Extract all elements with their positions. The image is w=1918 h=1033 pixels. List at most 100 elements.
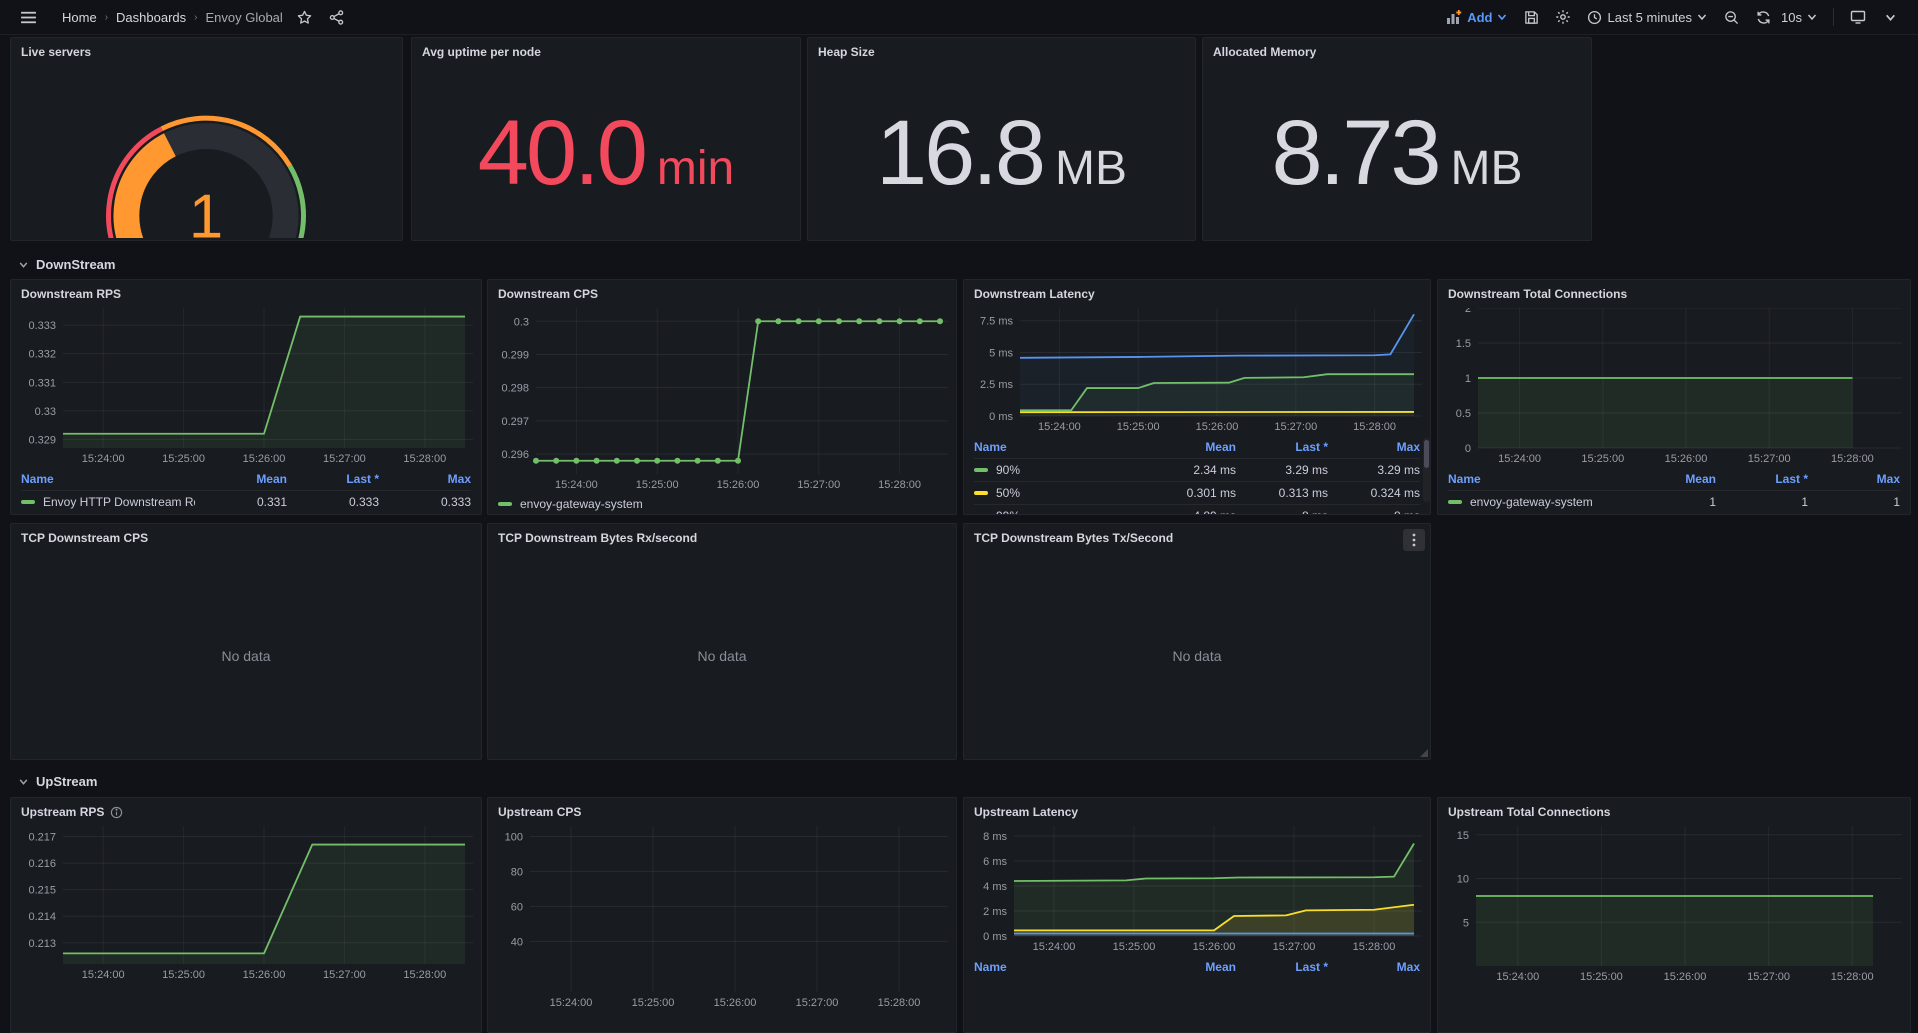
legend-row: 90%2.34 ms3.29 ms3.29 ms bbox=[974, 458, 1420, 481]
svg-text:0.5: 0.5 bbox=[1456, 408, 1471, 420]
panel-title[interactable]: TCP Downstream CPS bbox=[11, 524, 481, 552]
upstream-rps-chart[interactable]: 15:24:0015:25:0015:26:0015:27:0015:28:00… bbox=[17, 826, 475, 984]
legend-header-col[interactable]: Mean bbox=[195, 472, 287, 486]
chevron-down-icon[interactable] bbox=[1876, 4, 1904, 30]
chevron-down-icon bbox=[1497, 12, 1507, 22]
panel-title[interactable]: Upstream Latency bbox=[964, 798, 1430, 826]
legend-series-name[interactable]: 90% bbox=[974, 463, 1144, 477]
svg-text:15:28:00: 15:28:00 bbox=[403, 453, 446, 465]
settings-gear-icon[interactable] bbox=[1549, 4, 1577, 30]
kiosk-monitor-icon[interactable] bbox=[1844, 4, 1872, 30]
svg-text:15:26:00: 15:26:00 bbox=[714, 997, 757, 1009]
svg-text:15:28:00: 15:28:00 bbox=[1353, 421, 1396, 433]
section-upstream[interactable]: UpStream bbox=[14, 770, 97, 792]
panel-title[interactable]: Downstream CPS bbox=[488, 280, 956, 308]
downstream-latency-legend: NameMeanLast *Max 90%2.34 ms3.29 ms3.29 m… bbox=[964, 436, 1430, 515]
section-downstream[interactable]: DownStream bbox=[14, 253, 115, 275]
svg-text:15:28:00: 15:28:00 bbox=[878, 997, 921, 1009]
legend-header-col[interactable]: Mean bbox=[1624, 472, 1716, 486]
svg-text:15:25:00: 15:25:00 bbox=[636, 479, 679, 491]
svg-text:0.213: 0.213 bbox=[28, 938, 56, 950]
legend-header-col[interactable]: Name bbox=[974, 960, 1144, 974]
panel-upstream-rps: Upstream RPS 15:24:0015:25:0015:26:0015:… bbox=[10, 797, 482, 1033]
legend-header-col[interactable]: Name bbox=[1448, 472, 1624, 486]
panel-title[interactable]: Downstream RPS bbox=[11, 280, 481, 308]
downstream-cps-chart[interactable]: 15:24:0015:25:0015:26:0015:27:0015:28:00… bbox=[494, 308, 950, 494]
panel-downstream-cps: Downstream CPS 15:24:0015:25:0015:26:001… bbox=[487, 279, 957, 515]
chevron-down-icon bbox=[18, 259, 29, 270]
add-button[interactable]: Add bbox=[1440, 4, 1513, 30]
breadcrumb-dashboards[interactable]: Dashboards bbox=[112, 10, 190, 25]
svg-text:15:24:00: 15:24:00 bbox=[550, 997, 593, 1009]
legend-series-name[interactable]: 99% bbox=[974, 509, 1144, 515]
svg-text:2: 2 bbox=[1465, 308, 1471, 315]
svg-text:15:28:00: 15:28:00 bbox=[1831, 971, 1874, 983]
panel-title[interactable]: Allocated Memory bbox=[1203, 38, 1591, 66]
legend-header: NameMeanLast *Max bbox=[21, 468, 471, 490]
save-dashboard-icon[interactable] bbox=[1517, 4, 1545, 30]
menu-toggle-icon[interactable] bbox=[14, 4, 42, 30]
legend-header-col[interactable]: Name bbox=[974, 440, 1144, 454]
legend-scrollbar-thumb[interactable] bbox=[1424, 440, 1429, 468]
downstream-rps-chart[interactable]: 15:24:0015:25:0015:26:0015:27:0015:28:00… bbox=[17, 308, 475, 468]
legend-value: 0.324 ms bbox=[1328, 486, 1420, 500]
upstream-cps-chart[interactable]: 15:24:0015:25:0015:26:0015:27:0015:28:00… bbox=[494, 826, 950, 1012]
panel-upstream-latency: Upstream Latency 15:24:0015:25:0015:26:0… bbox=[963, 797, 1431, 1033]
panel-title[interactable]: Downstream Total Connections bbox=[1438, 280, 1910, 308]
panel-menu-kebab-icon[interactable] bbox=[1403, 529, 1425, 551]
legend-swatch bbox=[974, 514, 988, 515]
svg-text:15:26:00: 15:26:00 bbox=[1664, 971, 1707, 983]
panel-heap-size: Heap Size 16.8 MB bbox=[807, 37, 1196, 241]
breadcrumb-separator: › bbox=[194, 12, 197, 23]
legend-header-col[interactable]: Mean bbox=[1144, 440, 1236, 454]
panel-title[interactable]: Live servers bbox=[11, 38, 402, 66]
upstream-latency-chart[interactable]: 15:24:0015:25:0015:26:0015:27:0015:28:00… bbox=[970, 826, 1424, 956]
legend-series-name[interactable]: Envoy HTTP Downstream Rq total bbox=[21, 495, 195, 509]
legend-header-col[interactable]: Last * bbox=[1236, 960, 1328, 974]
legend-header-col[interactable]: Last * bbox=[1236, 440, 1328, 454]
svg-text:15:26:00: 15:26:00 bbox=[717, 479, 760, 491]
svg-text:15:27:00: 15:27:00 bbox=[323, 453, 366, 465]
svg-text:15:25:00: 15:25:00 bbox=[632, 997, 675, 1009]
panel-downstream-total-connections: Downstream Total Connections 15:24:0015:… bbox=[1437, 279, 1911, 515]
refresh-icon[interactable] bbox=[1749, 4, 1777, 30]
refresh-interval-picker[interactable]: 10s bbox=[1781, 4, 1823, 30]
share-icon[interactable] bbox=[323, 4, 351, 30]
panel-title[interactable]: TCP Downstream Bytes Rx/second bbox=[488, 524, 956, 552]
time-range-picker[interactable]: Last 5 minutes bbox=[1581, 4, 1713, 30]
downstream-latency-chart[interactable]: 15:24:0015:25:0015:26:0015:27:0015:28:00… bbox=[970, 308, 1424, 436]
panel-title[interactable]: Avg uptime per node bbox=[412, 38, 800, 66]
legend-header-col[interactable]: Max bbox=[1328, 440, 1420, 454]
panel-avg-uptime: Avg uptime per node 40.0 min bbox=[411, 37, 801, 241]
legend-scrollbar[interactable] bbox=[1423, 438, 1430, 502]
panel-title[interactable]: Upstream RPS bbox=[11, 798, 481, 826]
legend-header: NameMeanLast *Max bbox=[974, 956, 1420, 978]
panel-title[interactable]: Heap Size bbox=[808, 38, 1195, 66]
favorite-star-icon[interactable] bbox=[291, 4, 319, 30]
legend-header-col[interactable]: Max bbox=[379, 472, 471, 486]
breadcrumb-home[interactable]: Home bbox=[58, 10, 101, 25]
panel-title[interactable]: Upstream CPS bbox=[488, 798, 956, 826]
section-label: DownStream bbox=[36, 257, 115, 272]
upstream-total-connections-chart[interactable]: 15:24:0015:25:0015:26:0015:27:0015:28:00… bbox=[1444, 826, 1904, 986]
downstream-total-connections-chart[interactable]: 15:24:0015:25:0015:26:0015:27:0015:28:00… bbox=[1444, 308, 1904, 468]
svg-text:0 ms: 0 ms bbox=[989, 411, 1013, 423]
legend-series-name[interactable]: envoy-gateway-system bbox=[498, 497, 643, 511]
zoom-out-icon[interactable] bbox=[1717, 4, 1745, 30]
legend-series-name[interactable]: envoy-gateway-system bbox=[1448, 495, 1624, 509]
panel-resize-handle[interactable] bbox=[1420, 749, 1428, 757]
legend-header-col[interactable]: Mean bbox=[1144, 960, 1236, 974]
panel-title[interactable]: TCP Downstream Bytes Tx/Second bbox=[964, 524, 1430, 552]
legend-header-col[interactable]: Last * bbox=[287, 472, 379, 486]
panel-title[interactable]: Upstream Total Connections bbox=[1438, 798, 1910, 826]
legend-header-col[interactable]: Name bbox=[21, 472, 195, 486]
legend-header-col[interactable]: Max bbox=[1808, 472, 1900, 486]
legend-series-name[interactable]: 50% bbox=[974, 486, 1144, 500]
panel-title[interactable]: Downstream Latency bbox=[964, 280, 1430, 308]
no-data-message: No data bbox=[488, 552, 956, 759]
svg-text:15:26:00: 15:26:00 bbox=[1665, 453, 1708, 465]
legend-header-col[interactable]: Last * bbox=[1716, 472, 1808, 486]
legend-header-col[interactable]: Max bbox=[1328, 960, 1420, 974]
downstream-total-connections-legend: NameMeanLast *Maxenvoy-gateway-system111 bbox=[1438, 468, 1910, 513]
svg-text:15:26:00: 15:26:00 bbox=[1196, 421, 1239, 433]
